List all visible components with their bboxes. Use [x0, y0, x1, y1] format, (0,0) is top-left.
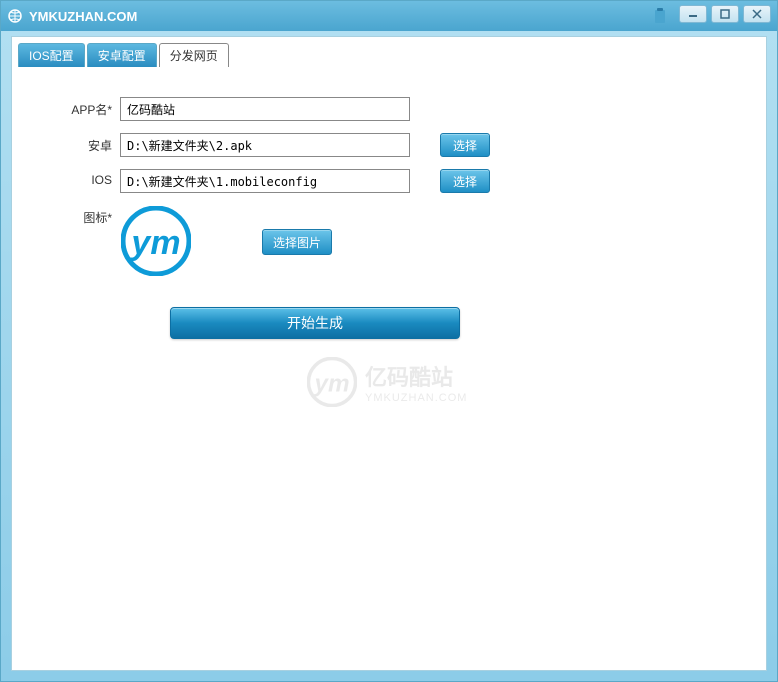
- watermark-cn: 亿码酷站: [365, 360, 467, 392]
- svg-text:ym: ym: [313, 370, 349, 397]
- watermark-en: YMKUZHAN.COM: [365, 392, 467, 404]
- label-icon: 图标*: [62, 205, 112, 226]
- tab-android-config[interactable]: 安卓配置: [87, 43, 157, 67]
- row-icon: 图标* ym 选择图片: [62, 205, 736, 277]
- watermark: ym 亿码酷站 YMKUZHAN.COM: [307, 357, 467, 407]
- row-appname: APP名*: [62, 97, 736, 121]
- tab-distribute-web[interactable]: 分发网页: [159, 43, 229, 67]
- clipboard-icon[interactable]: [653, 8, 667, 29]
- app-icon: [7, 8, 23, 24]
- browse-ios-button[interactable]: 选择: [440, 169, 490, 193]
- maximize-button[interactable]: [711, 5, 739, 23]
- input-android-path[interactable]: [120, 133, 410, 157]
- tab-ios-config[interactable]: IOS配置: [18, 43, 85, 67]
- content-area: IOS配置 安卓配置 分发网页 APP名* 安卓 选择 IOS 选择 图标*: [11, 36, 767, 671]
- window-controls: [679, 5, 771, 23]
- tab-bar: IOS配置 安卓配置 分发网页: [12, 37, 766, 67]
- row-android: 安卓 选择: [62, 133, 736, 157]
- label-appname: APP名*: [62, 97, 112, 118]
- input-appname[interactable]: [120, 97, 410, 121]
- label-ios: IOS: [62, 169, 112, 187]
- watermark-logo-icon: ym: [307, 357, 357, 407]
- pick-image-button[interactable]: 选择图片: [262, 229, 332, 255]
- row-ios: IOS 选择: [62, 169, 736, 193]
- browse-android-button[interactable]: 选择: [440, 133, 490, 157]
- icon-preview: ym: [120, 205, 192, 277]
- form-area: APP名* 安卓 选择 IOS 选择 图标* ym: [12, 67, 766, 339]
- svg-text:ym: ym: [129, 224, 180, 262]
- minimize-button[interactable]: [679, 5, 707, 23]
- ym-logo-icon: ym: [121, 206, 191, 276]
- close-button[interactable]: [743, 5, 771, 23]
- input-ios-path[interactable]: [120, 169, 410, 193]
- generate-button[interactable]: 开始生成: [170, 307, 460, 339]
- titlebar[interactable]: YMKUZHAN.COM: [1, 1, 777, 31]
- label-android: 安卓: [62, 133, 112, 154]
- app-window: YMKUZHAN.COM IOS配置 安卓配置 分发网页 APP名* 安卓 选择: [0, 0, 778, 682]
